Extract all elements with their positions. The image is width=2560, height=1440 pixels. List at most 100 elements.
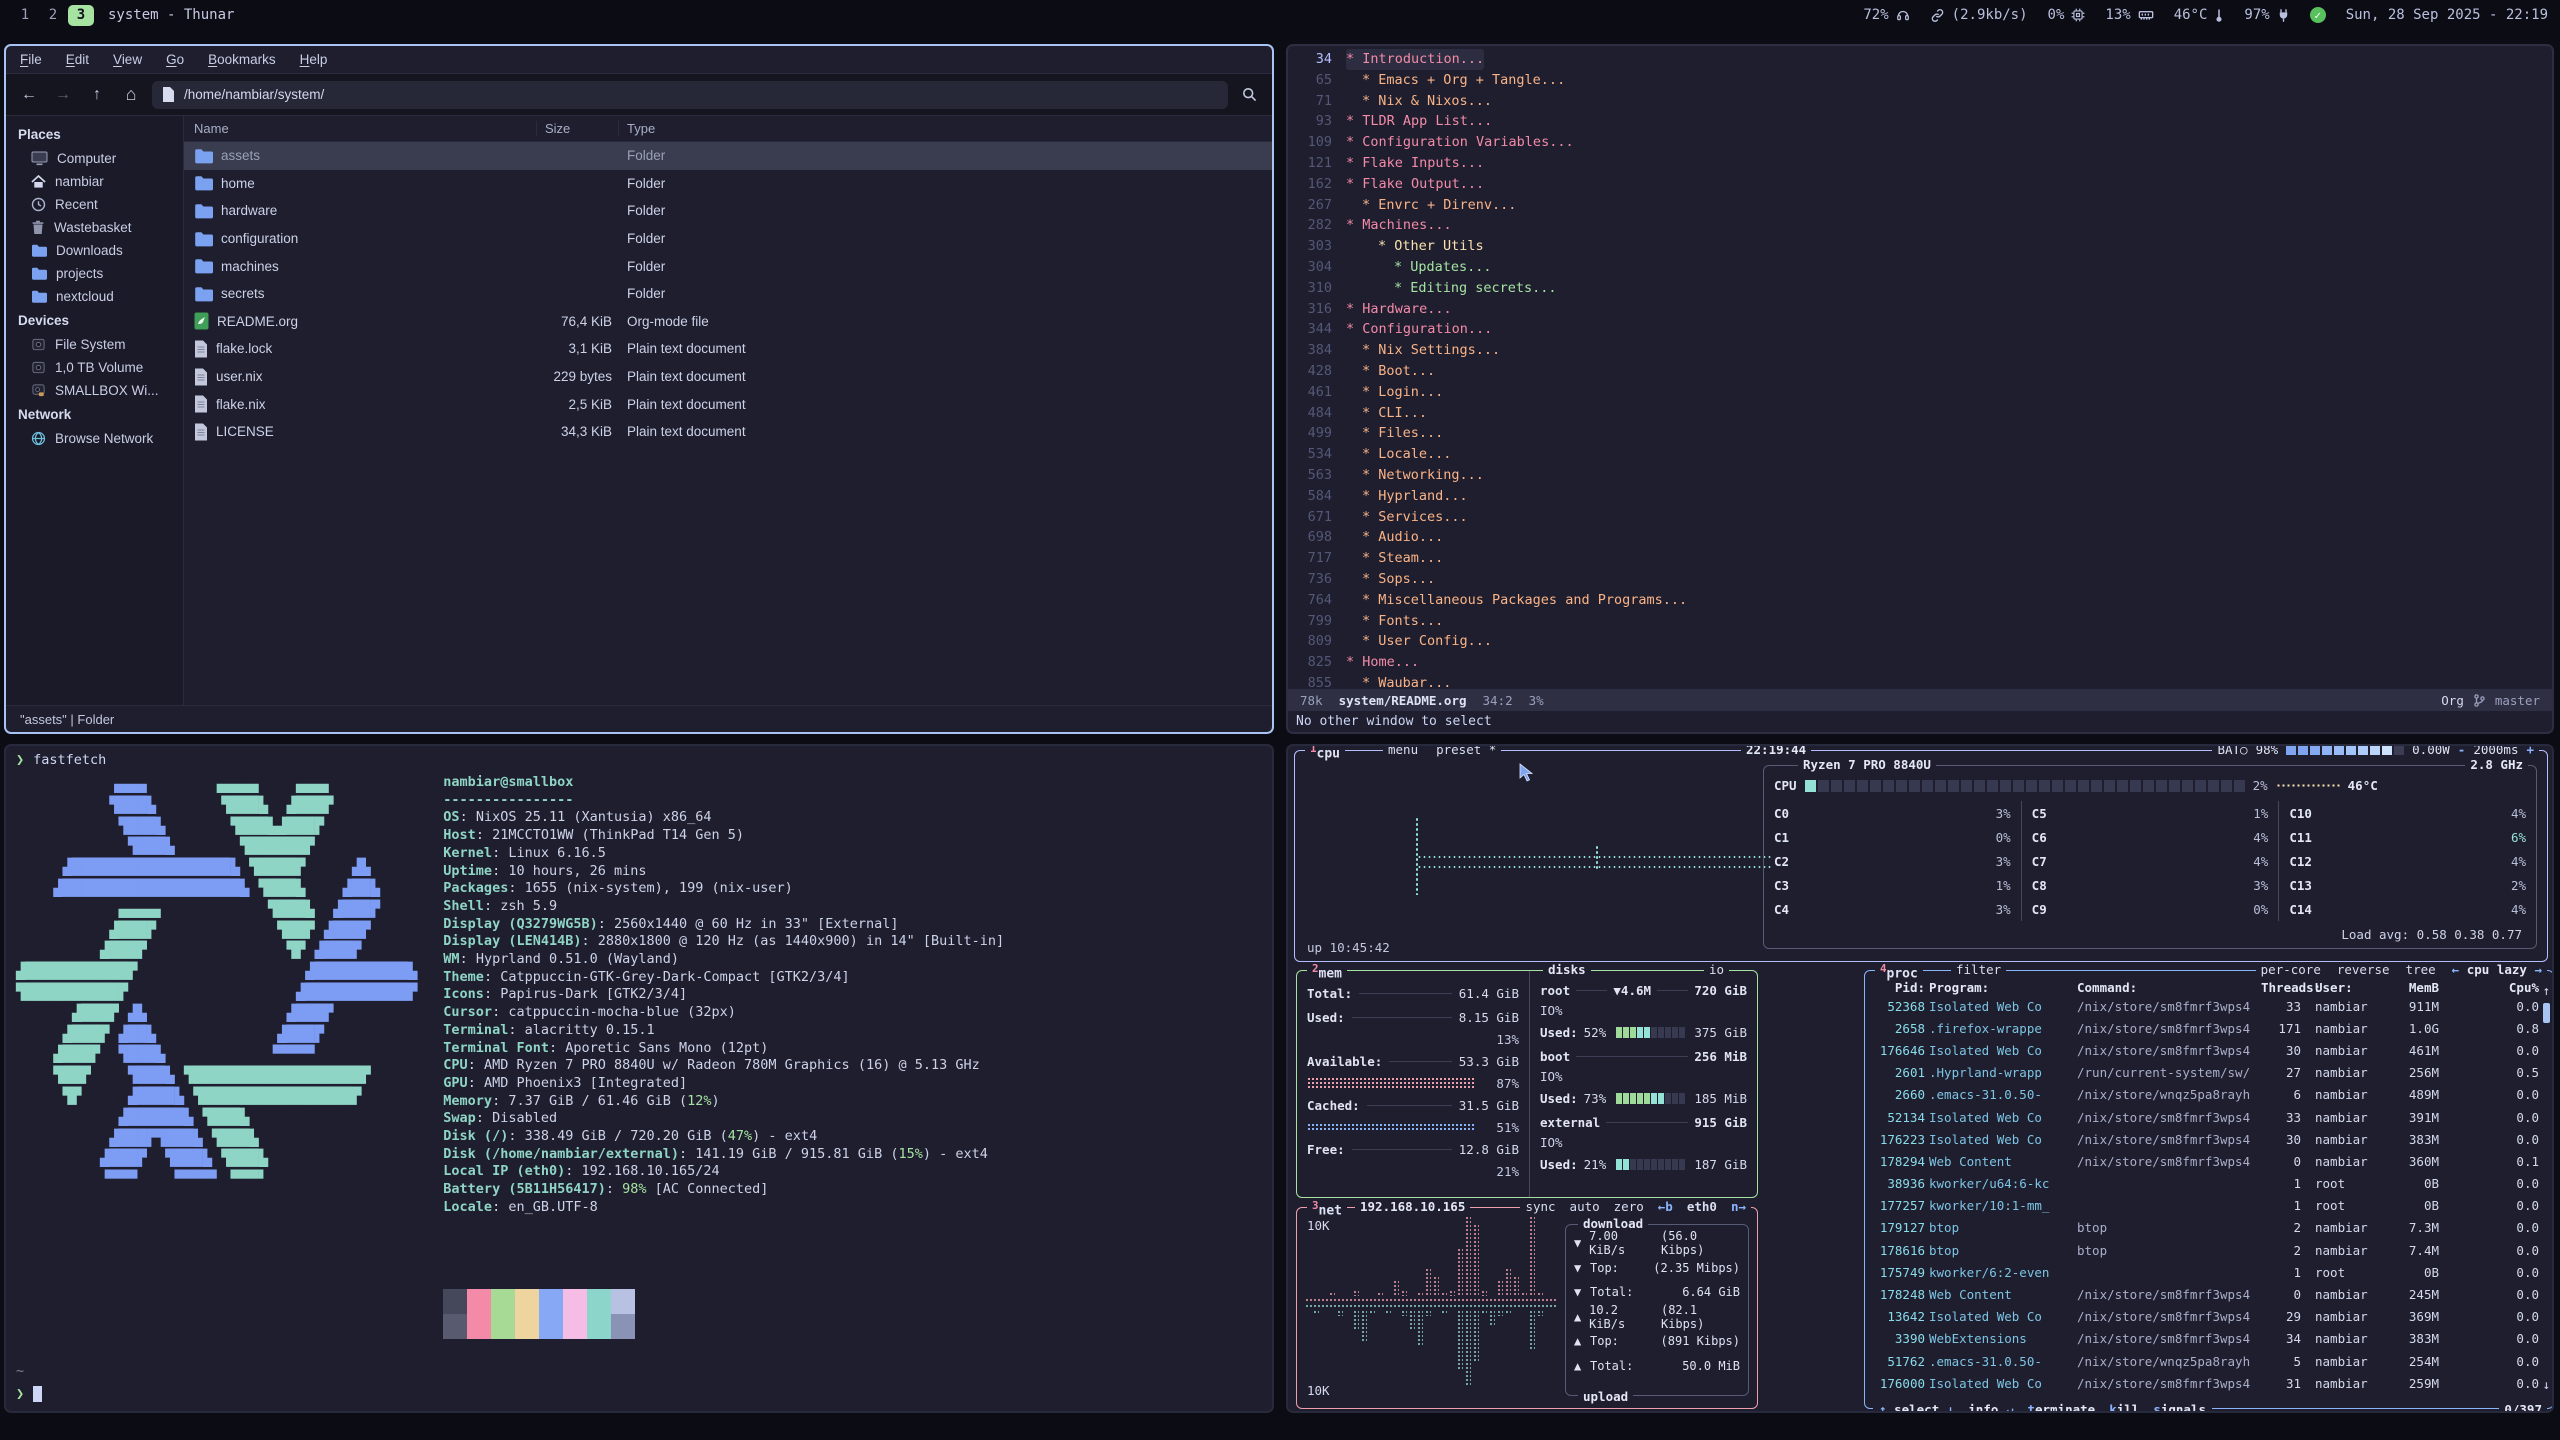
file-row-assets[interactable]: assetsFolder bbox=[184, 142, 1272, 170]
org-heading-line[interactable]: 65* Emacs + Org + Tangle... bbox=[1296, 70, 2548, 91]
file-row-flake-nix[interactable]: flake.nix2,5 KiBPlain text document bbox=[184, 390, 1272, 418]
proc-header-Cpu%[interactable]: Cpu% bbox=[2503, 980, 2539, 995]
cpu-box-title[interactable]: 1cpu bbox=[1305, 744, 1345, 761]
org-heading-line[interactable]: 799* Fonts... bbox=[1296, 611, 2548, 632]
process-row[interactable]: 178616btopbtop2nambiar7.4M0.0 bbox=[1865, 1239, 2553, 1261]
back-button[interactable]: ← bbox=[16, 82, 42, 108]
proc-header-Command[interactable]: Command: bbox=[2077, 980, 2257, 995]
interval-minus[interactable]: - bbox=[2458, 744, 2466, 757]
footer-button-kill[interactable]: kill bbox=[2109, 1402, 2139, 1413]
proc-box-title[interactable]: 4proc bbox=[1875, 962, 1923, 981]
footer-button-terminate[interactable]: terminate bbox=[2027, 1402, 2095, 1413]
up-button[interactable]: ↑ bbox=[84, 82, 110, 108]
file-row-license[interactable]: LICENSE34,3 KiBPlain text document bbox=[184, 418, 1272, 446]
process-row[interactable]: 177257kworker/10:1-mm_1root0B0.0 bbox=[1865, 1195, 2553, 1217]
proc-header-User[interactable]: User: bbox=[2305, 980, 2377, 995]
process-row[interactable]: 176223Isolated Web Co/nix/store/sm8fmrf3… bbox=[1865, 1128, 2553, 1150]
process-row[interactable]: 51762.emacs-31.0.50-/nix/store/wnqz5pa8r… bbox=[1865, 1350, 2553, 1372]
process-row[interactable]: 176000Isolated Web Co/nix/store/sm8fmrf3… bbox=[1865, 1372, 2553, 1394]
scrollbar-thumb[interactable] bbox=[2543, 1003, 2550, 1023]
sidebar-item-smallbox-wi-[interactable]: SMALLBOX Wi... bbox=[6, 379, 183, 402]
workspace-button-3[interactable]: 3 bbox=[68, 5, 94, 26]
footer-button-info[interactable]: info ↵ bbox=[1968, 1402, 2013, 1413]
org-heading-line[interactable]: 310* Editing secrets... bbox=[1296, 278, 2548, 299]
org-heading-line[interactable]: 316* Hardware... bbox=[1296, 299, 2548, 320]
footer-button-select[interactable]: ↑ select ↓ bbox=[1879, 1402, 1954, 1413]
process-row[interactable]: 2660.emacs-31.0.50-/nix/store/wnqz5pa8ra… bbox=[1865, 1084, 2553, 1106]
org-heading-line[interactable]: 671* Services... bbox=[1296, 507, 2548, 528]
proc-header-MemB[interactable]: MemB bbox=[2381, 980, 2439, 995]
org-heading-line[interactable]: 303* Other Utils bbox=[1296, 236, 2548, 257]
org-heading-line[interactable]: 282* Machines... bbox=[1296, 215, 2548, 236]
sidebar-item-file-system[interactable]: File System bbox=[6, 333, 183, 356]
process-row[interactable]: 2658.firefox-wrappe/nix/store/sm8fmrf3wp… bbox=[1865, 1017, 2553, 1039]
org-heading-line[interactable]: 698* Audio... bbox=[1296, 527, 2548, 548]
status-ok-icon[interactable]: ✓ bbox=[2310, 7, 2326, 23]
file-row-configuration[interactable]: configurationFolder bbox=[184, 225, 1272, 253]
org-heading-line[interactable]: 461* Login... bbox=[1296, 382, 2548, 403]
org-heading-line[interactable]: 534* Locale... bbox=[1296, 444, 2548, 465]
menu-item-go[interactable]: Go bbox=[166, 52, 184, 67]
proc-header-Threads[interactable]: Threads: bbox=[2261, 980, 2301, 995]
tray-module[interactable]: 13% bbox=[2105, 7, 2153, 23]
menu-button[interactable]: menu bbox=[1388, 744, 1418, 757]
menu-item-file[interactable]: File bbox=[20, 52, 42, 67]
org-heading-line[interactable]: 764* Miscellaneous Packages and Programs… bbox=[1296, 590, 2548, 611]
menu-item-edit[interactable]: Edit bbox=[66, 52, 89, 67]
org-heading-line[interactable]: 736* Sops... bbox=[1296, 569, 2548, 590]
org-heading-line[interactable]: 584* Hyprland... bbox=[1296, 486, 2548, 507]
home-button[interactable]: ⌂ bbox=[118, 82, 144, 108]
process-row[interactable]: 52134Isolated Web Co/nix/store/sm8fmrf3w… bbox=[1865, 1106, 2553, 1128]
scroll-up-arrow[interactable]: ↑ bbox=[2542, 983, 2550, 998]
workspace-button-2[interactable]: 2 bbox=[40, 5, 66, 26]
net-option-n[interactable]: n→ bbox=[1731, 1199, 1746, 1214]
file-row-readme-org[interactable]: README.org76,4 KiBOrg-mode file bbox=[184, 308, 1272, 336]
process-row[interactable]: 52368Isolated Web Co/nix/store/sm8fmrf3w… bbox=[1865, 995, 2553, 1017]
footer-button-signals[interactable]: signals bbox=[2153, 1402, 2206, 1413]
process-row[interactable]: 3390WebExtensions/nix/store/sm8fmrf3wps4… bbox=[1865, 1328, 2553, 1350]
process-row[interactable]: 2601.Hyprland-wrapp/run/current-system/s… bbox=[1865, 1062, 2553, 1084]
org-heading-line[interactable]: 499* Files... bbox=[1296, 423, 2548, 444]
org-heading-line[interactable]: 484* CLI... bbox=[1296, 403, 2548, 424]
sidebar-item-wastebasket[interactable]: Wastebasket bbox=[6, 216, 183, 239]
org-heading-line[interactable]: 384* Nix Settings... bbox=[1296, 340, 2548, 361]
sidebar-item-downloads[interactable]: Downloads bbox=[6, 239, 183, 262]
org-heading-line[interactable]: 71* Nix & Nixos... bbox=[1296, 91, 2548, 112]
net-option-sync[interactable]: sync bbox=[1525, 1199, 1555, 1214]
proc-option-per-core[interactable]: per-core bbox=[2261, 962, 2321, 977]
process-row[interactable]: 178294Web Content/nix/store/sm8fmrf3wps4… bbox=[1865, 1150, 2553, 1172]
interval-plus[interactable]: + bbox=[2526, 744, 2534, 757]
proc-option-tree[interactable]: tree bbox=[2406, 962, 2436, 977]
sidebar-item-browse-network[interactable]: Browse Network bbox=[6, 427, 183, 450]
org-heading-line[interactable]: 267* Envrc + Direnv... bbox=[1296, 195, 2548, 216]
org-heading-line[interactable]: 162* Flake Output... bbox=[1296, 174, 2548, 195]
org-heading-line[interactable]: 717* Steam... bbox=[1296, 548, 2548, 569]
sidebar-item-projects[interactable]: projects bbox=[6, 262, 183, 285]
sidebar-item-1-0-tb-volume[interactable]: 1,0 TB Volume bbox=[6, 356, 183, 379]
process-row[interactable]: 178248Web Content/nix/store/sm8fmrf3wps4… bbox=[1865, 1283, 2553, 1305]
file-row-flake-lock[interactable]: flake.lock3,1 KiBPlain text document bbox=[184, 335, 1272, 363]
net-option-zero[interactable]: zero bbox=[1614, 1199, 1644, 1214]
menu-item-help[interactable]: Help bbox=[300, 52, 328, 67]
process-row[interactable]: 176646Isolated Web Co/nix/store/sm8fmrf3… bbox=[1865, 1039, 2553, 1061]
file-row-secrets[interactable]: secretsFolder bbox=[184, 280, 1272, 308]
workspace-button-1[interactable]: 1 bbox=[12, 5, 38, 26]
org-heading-line[interactable]: 304* Updates... bbox=[1296, 257, 2548, 278]
proc-option-reverse[interactable]: reverse bbox=[2337, 962, 2390, 977]
search-icon[interactable] bbox=[1236, 82, 1262, 108]
proc-sort[interactable]: ← cpu lazy → bbox=[2452, 962, 2542, 977]
org-heading-line[interactable]: 93* TLDR App List... bbox=[1296, 111, 2548, 132]
process-row[interactable]: 38936kworker/u64:6-kc1root0B0.0 bbox=[1865, 1173, 2553, 1195]
net-option-b[interactable]: ←b bbox=[1658, 1199, 1673, 1214]
proc-header-graph[interactable] bbox=[2445, 980, 2497, 985]
path-bar[interactable]: /home/nambiar/system/ bbox=[152, 81, 1228, 109]
org-heading-line[interactable]: 809* User Config... bbox=[1296, 631, 2548, 652]
org-heading-line[interactable]: 428* Boot... bbox=[1296, 361, 2548, 382]
file-row-hardware[interactable]: hardwareFolder bbox=[184, 197, 1272, 225]
file-row-user-nix[interactable]: user.nix229 bytesPlain text document bbox=[184, 363, 1272, 391]
forward-button[interactable]: → bbox=[50, 82, 76, 108]
column-header-type[interactable]: Type bbox=[618, 121, 1272, 136]
menu-item-view[interactable]: View bbox=[113, 52, 142, 67]
tray-module[interactable]: 72% bbox=[1863, 7, 1909, 23]
sidebar-item-recent[interactable]: Recent bbox=[6, 193, 183, 216]
